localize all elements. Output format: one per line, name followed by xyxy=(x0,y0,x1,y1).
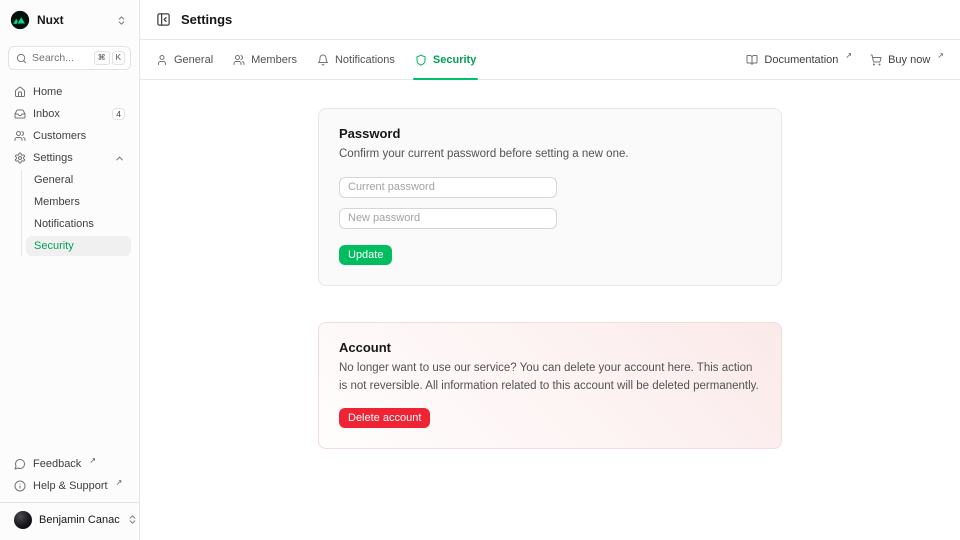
sidebar-item-label: Settings xyxy=(33,152,73,164)
search-icon xyxy=(16,53,27,64)
kbd-meta: ⌘ xyxy=(94,51,110,65)
chevron-up-icon xyxy=(114,153,125,164)
sidebar-item-label: Inbox xyxy=(33,108,60,120)
search-shortcut: ⌘ K xyxy=(94,51,125,65)
users-icon xyxy=(233,54,245,66)
sidebar-item-label: General xyxy=(34,174,73,186)
account-card-title: Account xyxy=(339,340,761,355)
delete-account-button[interactable]: Delete account xyxy=(339,408,430,428)
sidebar-item-security[interactable]: Security xyxy=(26,236,131,256)
sidebar-footer: Feedback ↗ Help & Support ↗ xyxy=(8,454,131,496)
footer-link-label: Help & Support xyxy=(33,480,108,492)
settings-subnav: General Members Notifications Security xyxy=(21,170,131,256)
external-link-icon: ↗ xyxy=(845,51,852,60)
sidebar: Nuxt Search... ⌘ K Home Inbox 4 xyxy=(0,0,140,540)
sidebar-nav: Home Inbox 4 Customers Settings xyxy=(8,82,131,256)
brand-name: Nuxt xyxy=(37,13,64,27)
current-password-field[interactable] xyxy=(339,177,557,198)
link-label: Documentation xyxy=(764,54,838,66)
sidebar-item-customers[interactable]: Customers xyxy=(8,126,131,146)
settings-tabs: General Members Notifications Security xyxy=(156,40,476,79)
gear-icon xyxy=(14,152,26,164)
buy-now-link[interactable]: Buy now ↗ xyxy=(870,54,944,66)
avatar xyxy=(14,511,32,529)
sidebar-item-label: Notifications xyxy=(34,218,94,230)
home-icon xyxy=(14,86,26,98)
sidebar-item-notifications[interactable]: Notifications xyxy=(26,214,131,234)
password-card-title: Password xyxy=(339,126,761,141)
user-name: Benjamin Canac xyxy=(39,514,120,526)
account-card: Account No longer want to use our servic… xyxy=(318,322,782,450)
kbd-key: K xyxy=(112,51,125,65)
help-support-link[interactable]: Help & Support ↗ xyxy=(8,476,131,496)
inbox-icon xyxy=(14,108,26,120)
tab-label: Security xyxy=(433,54,476,66)
sidebar-item-members[interactable]: Members xyxy=(26,192,131,212)
chevrons-up-down-icon xyxy=(127,514,138,525)
sidebar-item-settings[interactable]: Settings xyxy=(8,148,131,168)
sidebar-item-label: Customers xyxy=(33,130,86,142)
external-link-icon: ↗ xyxy=(116,478,123,487)
tab-security[interactable]: Security xyxy=(415,40,476,79)
external-link-icon: ↗ xyxy=(937,51,944,60)
password-form: Update xyxy=(339,177,761,265)
account-card-description: No longer want to use our service? You c… xyxy=(339,360,761,396)
tab-members[interactable]: Members xyxy=(233,40,297,79)
password-card: Password Confirm your current password b… xyxy=(318,108,782,286)
main-area: Settings General Members Notifications xyxy=(140,0,960,540)
link-label: Buy now xyxy=(888,54,930,66)
new-password-field[interactable] xyxy=(339,208,557,229)
update-password-button[interactable]: Update xyxy=(339,245,392,265)
tabbar-links: Documentation ↗ Buy now ↗ xyxy=(746,54,944,66)
tab-notifications[interactable]: Notifications xyxy=(317,40,395,79)
user-icon xyxy=(156,54,168,66)
tab-label: Members xyxy=(251,54,297,66)
sidebar-item-label: Members xyxy=(34,196,80,208)
feedback-link[interactable]: Feedback ↗ xyxy=(8,454,131,474)
footer-link-label: Feedback xyxy=(33,458,81,470)
tab-general[interactable]: General xyxy=(156,40,213,79)
user-menu[interactable]: Benjamin Canac xyxy=(8,503,131,532)
external-link-icon: ↗ xyxy=(89,456,96,465)
chevrons-up-down-icon xyxy=(116,15,127,26)
search-input[interactable]: Search... ⌘ K xyxy=(8,46,131,70)
sidebar-item-home[interactable]: Home xyxy=(8,82,131,102)
shield-icon xyxy=(415,54,427,66)
sidebar-item-general[interactable]: General xyxy=(26,170,131,190)
tab-label: Notifications xyxy=(335,54,395,66)
password-card-description: Confirm your current password before set… xyxy=(339,146,761,164)
info-icon xyxy=(14,480,26,492)
tab-label: General xyxy=(174,54,213,66)
page-header: Settings xyxy=(140,0,960,40)
workspace-switcher[interactable]: Nuxt xyxy=(8,8,131,32)
sidebar-item-inbox[interactable]: Inbox 4 xyxy=(8,104,131,124)
sidebar-item-label: Home xyxy=(33,86,62,98)
page-title: Settings xyxy=(181,12,232,27)
documentation-link[interactable]: Documentation ↗ xyxy=(746,54,852,66)
message-circle-icon xyxy=(14,458,26,470)
inbox-badge: 4 xyxy=(112,108,125,121)
search-placeholder: Search... xyxy=(32,52,74,64)
bell-icon xyxy=(317,54,329,66)
settings-security-content: Password Confirm your current password b… xyxy=(140,80,960,540)
nuxt-logo-icon xyxy=(10,10,30,30)
sidebar-item-label: Security xyxy=(34,240,74,252)
book-open-icon xyxy=(746,54,758,66)
users-icon xyxy=(14,130,26,142)
sidebar-spacer xyxy=(8,256,131,454)
tab-bar: General Members Notifications Security xyxy=(140,40,960,80)
shopping-cart-icon xyxy=(870,54,882,66)
collapse-sidebar-icon[interactable] xyxy=(156,12,171,27)
